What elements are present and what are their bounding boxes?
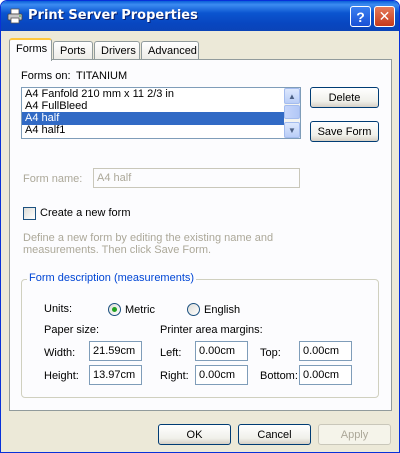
right-margin-field[interactable]: 0.00cm xyxy=(195,365,248,385)
server-name: TITANIUM xyxy=(76,70,128,82)
title-bar[interactable]: Print Server Properties ? ✕ xyxy=(1,1,399,31)
ok-button[interactable]: OK xyxy=(158,424,231,445)
close-button[interactable]: ✕ xyxy=(374,6,395,27)
scroll-down-icon[interactable]: ▼ xyxy=(284,122,300,138)
window-title: Print Server Properties xyxy=(28,8,198,23)
form-name-field[interactable]: A4 half xyxy=(93,168,300,188)
margins-label: Printer area margins: xyxy=(160,324,263,336)
width-field[interactable]: 21.59cm xyxy=(89,341,142,361)
form-name-label: Form name: xyxy=(23,173,83,185)
delete-button[interactable]: Delete xyxy=(310,87,379,108)
forms-panel: Forms on: TITANIUM A4 Fanfold 210 mm x 1… xyxy=(9,59,392,411)
left-margin-field[interactable]: 0.00cm xyxy=(195,341,248,361)
cancel-button[interactable]: Cancel xyxy=(238,424,311,445)
bottom-margin-field[interactable]: 0.00cm xyxy=(299,365,352,385)
width-label: Width: xyxy=(44,347,76,359)
forms-list[interactable]: A4 Fanfold 210 mm x 11 2/3 in A4 FullBle… xyxy=(21,87,301,139)
create-new-form-checkbox[interactable] xyxy=(23,207,36,220)
right-label: Right: xyxy=(160,370,189,382)
scroll-thumb[interactable] xyxy=(284,105,300,119)
list-scrollbar[interactable]: ▲ ▼ xyxy=(284,88,300,138)
english-label[interactable]: English xyxy=(204,304,240,316)
height-label: Height: xyxy=(44,370,79,382)
tab-advanced[interactable]: Advanced xyxy=(141,41,199,60)
top-margin-field[interactable]: 0.00cm xyxy=(299,341,352,361)
tab-forms[interactable]: Forms xyxy=(9,38,52,61)
printer-icon xyxy=(7,8,23,24)
paper-size-label: Paper size: xyxy=(44,324,100,336)
metric-label[interactable]: Metric xyxy=(125,304,155,316)
instructions-text: Define a new form by editing the existin… xyxy=(23,232,274,256)
top-label: Top: xyxy=(260,347,281,359)
bottom-label: Bottom: xyxy=(260,370,298,382)
save-form-button[interactable]: Save Form xyxy=(310,121,379,142)
apply-button[interactable]: Apply xyxy=(318,424,391,445)
english-radio[interactable] xyxy=(187,303,200,316)
tab-ports[interactable]: Ports xyxy=(53,41,93,60)
scroll-up-icon[interactable]: ▲ xyxy=(284,88,300,104)
list-item[interactable]: A4 half1 xyxy=(22,124,284,137)
metric-radio[interactable] xyxy=(108,303,121,316)
units-label: Units: xyxy=(44,303,73,315)
height-field[interactable]: 13.97cm xyxy=(89,365,142,385)
help-button[interactable]: ? xyxy=(350,6,371,27)
create-new-form-label[interactable]: Create a new form xyxy=(40,207,130,219)
group-title: Form description (measurements) xyxy=(27,272,197,284)
left-label: Left: xyxy=(160,347,182,359)
print-server-properties-window: Print Server Properties ? ✕ Forms Ports … xyxy=(0,0,400,453)
forms-on-label: Forms on: xyxy=(21,70,71,82)
tab-drivers[interactable]: Drivers xyxy=(94,41,140,60)
